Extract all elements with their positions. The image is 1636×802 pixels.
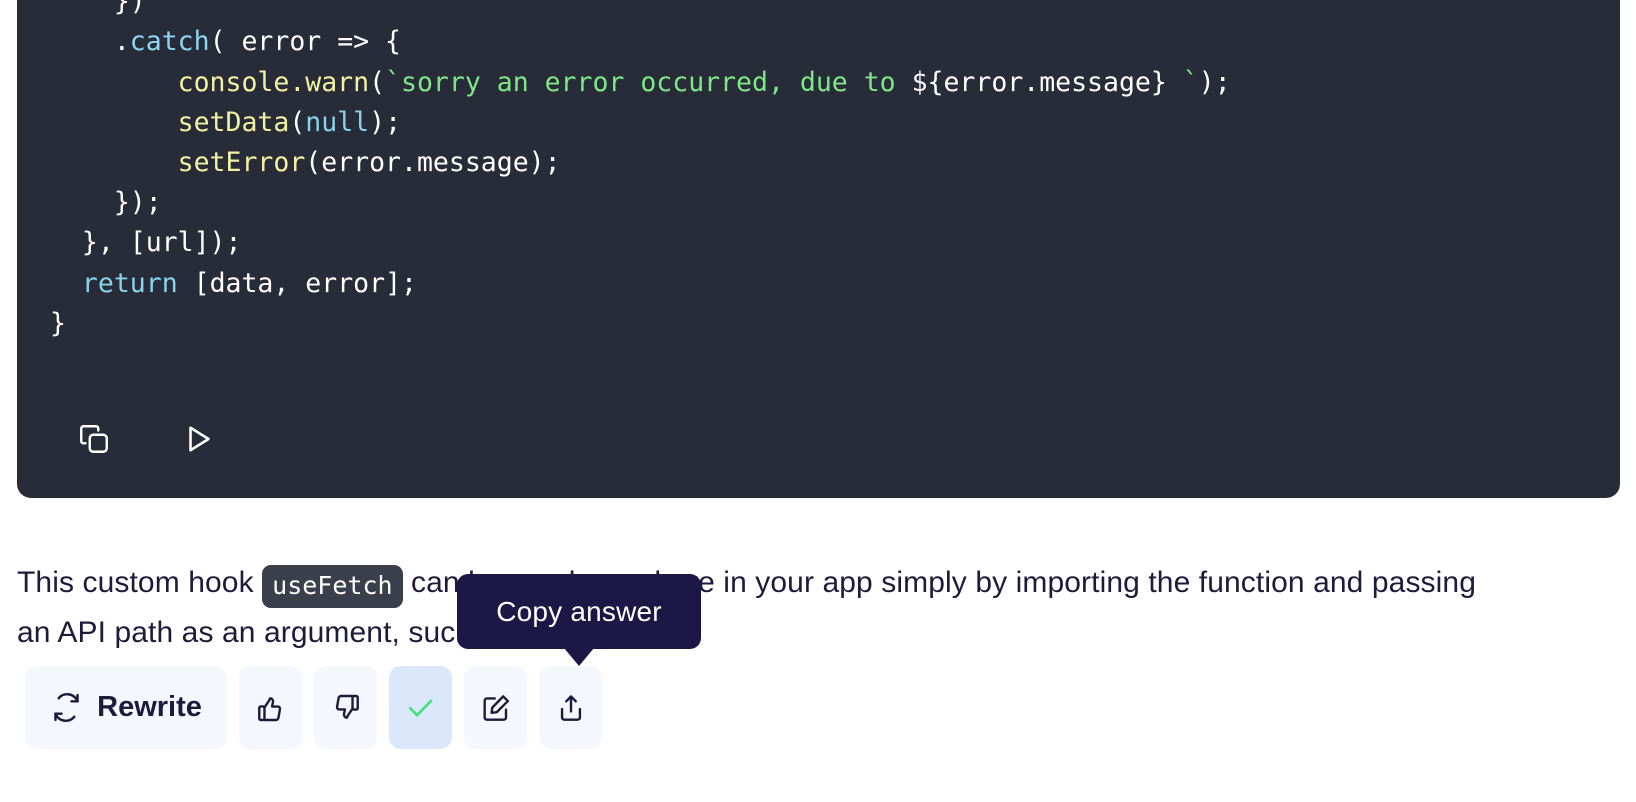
thumbs-up-icon (255, 692, 287, 724)
code-line: .catch( error => { (50, 26, 402, 58)
thumbs-up-button[interactable] (239, 666, 302, 749)
paragraph-text-lead: This custom hook (17, 566, 263, 599)
tooltip-arrow (564, 648, 594, 666)
rewrite-button[interactable]: Rewrite (25, 666, 227, 749)
check-icon (404, 691, 437, 724)
code-line: return [data, error]; (81, 267, 417, 299)
run-code-icon[interactable] (171, 412, 225, 466)
code-line: console.warn(`sorry an error occurred, d… (177, 66, 1231, 98)
copy-answer-tooltip: Copy answer (457, 574, 701, 666)
code-content[interactable]: setError(""); }) .catch( error => { cons… (17, 0, 1620, 344)
refresh-icon (50, 691, 83, 724)
code-line: setData(null); (177, 106, 402, 138)
answer-action-bar: Rewrite (25, 666, 602, 749)
answer-paragraph: This custom hook useFetch can be used an… (17, 558, 1487, 657)
copy-code-icon[interactable] (67, 412, 121, 466)
copy-answer-button[interactable] (389, 666, 452, 749)
code-line: }, [url]); (50, 227, 242, 259)
code-block: setError(""); }) .catch( error => { cons… (17, 0, 1620, 498)
rewrite-label: Rewrite (97, 691, 202, 723)
code-line: }) (50, 0, 146, 18)
thumbs-down-button[interactable] (314, 666, 377, 749)
code-line: setError(error.message); (177, 147, 561, 179)
edit-square-icon (480, 692, 512, 724)
code-toolbar (17, 400, 1620, 478)
thumbs-down-icon (330, 692, 362, 724)
inline-code-usefetch: useFetch (262, 565, 403, 608)
edit-button[interactable] (464, 666, 527, 749)
code-line: }); (50, 187, 162, 219)
share-button[interactable] (539, 666, 602, 749)
answer-panel: setError(""); }) .catch( error => { cons… (0, 0, 1636, 802)
tooltip-label: Copy answer (496, 595, 662, 627)
share-upload-icon (555, 692, 587, 724)
code-line: } (50, 307, 66, 339)
